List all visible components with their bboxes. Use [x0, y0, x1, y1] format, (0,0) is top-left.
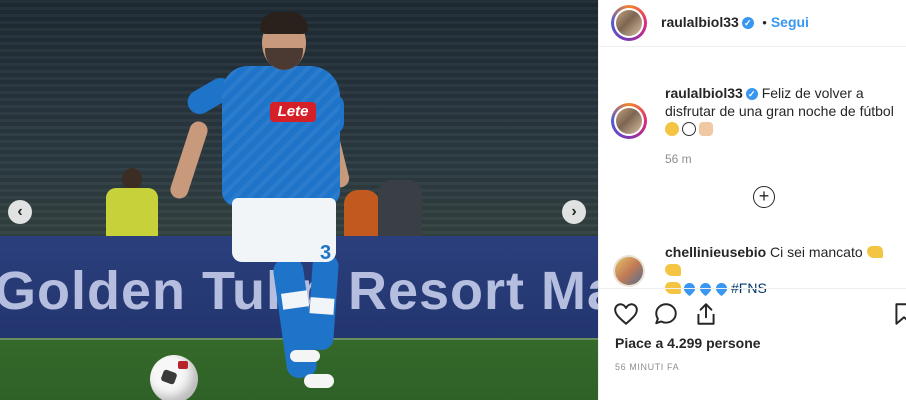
post-image[interactable]: Golden Tulip Resort Mar Lete 3 ‹ › [0, 0, 598, 400]
verified-badge-icon: ✓ [741, 17, 754, 29]
likes-suffix: persone [706, 335, 761, 351]
caption-avatar[interactable] [611, 103, 647, 139]
clap-emoji-icon [699, 122, 713, 136]
verified-badge-icon: ✓ [745, 88, 758, 100]
comment-icon[interactable] [653, 301, 679, 327]
carousel-prev-button[interactable]: ‹ [8, 200, 32, 224]
smile-emoji-icon [665, 122, 679, 136]
header-username-row: raulalbiol33 ✓ • Segui [661, 14, 809, 32]
soccer-ball-emoji-icon [682, 122, 696, 136]
instagram-post-modal: Golden Tulip Resort Mar Lete 3 ‹ › raula… [0, 0, 906, 400]
post-header: raulalbiol33 ✓ • Segui [599, 0, 906, 47]
chevron-right-icon: › [571, 203, 577, 220]
share-icon[interactable] [693, 301, 719, 327]
post-actions: Piace a 4.299 persone 56 MINUTI FA [599, 288, 906, 401]
caption-time[interactable]: 56 m [665, 152, 692, 166]
heart-icon[interactable] [613, 301, 639, 327]
likes-count[interactable]: Piace a 4.299 persone [615, 335, 761, 351]
carousel-next-button[interactable]: › [562, 200, 586, 224]
likes-prefix: Piace a [615, 335, 664, 351]
caption-username[interactable]: raulalbiol33 [665, 85, 743, 101]
bookmark-icon[interactable] [891, 301, 906, 327]
shirt-sponsor: Lete [270, 102, 316, 122]
comment-text: Ci sei mancato [770, 244, 863, 260]
separator-dot: • [762, 15, 767, 30]
load-more-comments-button[interactable]: + [753, 186, 775, 208]
post-caption: raulalbiol33 ✓ Feliz de volver a disfruta… [665, 84, 895, 138]
comment-username[interactable]: chellinieusebio [665, 244, 766, 260]
flexed-biceps-emoji-icon [665, 264, 681, 276]
comment-avatar[interactable] [613, 255, 645, 287]
shirt-number: 3 [320, 242, 332, 264]
plus-icon: + [758, 186, 770, 206]
post-sidebar: raulalbiol33 ✓ • Segui raulalbiol33 ✓ Feliz… [598, 0, 906, 400]
likes-number: 4.299 [667, 335, 703, 351]
flexed-biceps-emoji-icon [866, 246, 883, 258]
post-timestamp[interactable]: 56 MINUTI FA [615, 362, 679, 372]
avatar[interactable] [611, 5, 647, 41]
follow-button[interactable]: Segui [771, 14, 809, 30]
steward-figure [104, 168, 160, 242]
header-username[interactable]: raulalbiol33 [661, 14, 739, 30]
football-player: Lete 3 [168, 10, 370, 400]
chevron-left-icon: ‹ [17, 203, 23, 220]
football [150, 355, 198, 400]
